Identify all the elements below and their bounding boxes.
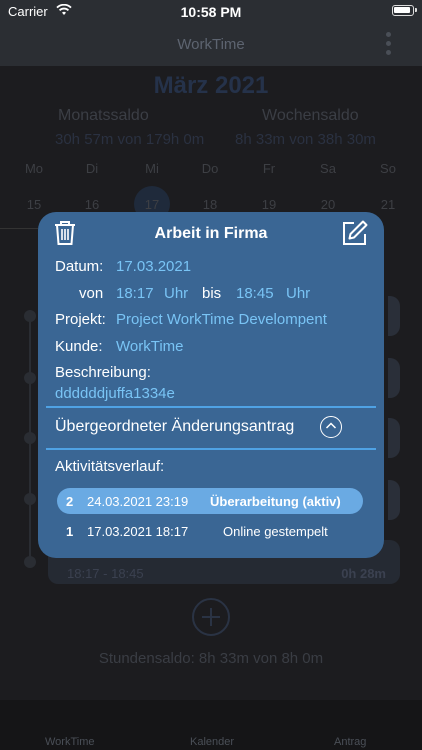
status-bar: Carrier 10:58 PM — [0, 0, 422, 24]
beschreibung-label: Beschreibung: — [55, 364, 151, 381]
stundensaldo-label: Stundensaldo: 8h 33m von 8h 0m — [98, 650, 324, 667]
bis-value: 18:45 — [236, 285, 274, 302]
kunde-label: Kunde: — [55, 338, 103, 355]
projekt-label: Projekt: — [55, 311, 106, 328]
timeline-dot — [24, 372, 36, 384]
tab-kalender[interactable]: Kalender — [190, 736, 234, 748]
beschreibung-value: ddddddjuffa1334e — [55, 385, 175, 402]
bis-label: bis — [202, 285, 222, 302]
clock: 10:58 PM — [180, 4, 242, 20]
app-title: WorkTime — [177, 36, 245, 53]
divider — [0, 228, 38, 229]
parent-request-label: Übergeordneter Änderungsantrag — [55, 418, 295, 435]
separator — [46, 406, 376, 408]
wochensaldo-label: Wochensaldo — [262, 107, 359, 124]
wochensaldo-value: 8h 33m von 38h 30m — [235, 131, 376, 148]
history-date: 24.03.2021 23:19 — [87, 494, 189, 509]
datum-value: 17.03.2021 — [116, 258, 192, 275]
day-16[interactable]: 16 — [72, 197, 112, 212]
timeline-dot — [24, 556, 36, 568]
nav-bar: WorkTime — [0, 24, 422, 66]
day-19[interactable]: 19 — [249, 197, 289, 212]
entry-duration: 0h 28m — [341, 566, 386, 581]
weekday-sa: Sa — [320, 161, 336, 176]
von-value: 18:17 — [116, 285, 154, 302]
history-status: Online gestempelt — [223, 524, 328, 539]
tab-worktime[interactable]: WorkTime — [45, 736, 95, 748]
weekday-so: So — [380, 161, 396, 176]
von-label: von — [79, 285, 104, 302]
month-title: März 2021 — [153, 72, 269, 99]
edit-icon[interactable] — [341, 219, 369, 252]
monatssaldo-label: Monatssaldo — [58, 107, 149, 124]
weekday-do: Do — [201, 161, 219, 176]
entry-card[interactable] — [388, 480, 400, 520]
add-entry-button[interactable] — [192, 598, 230, 636]
tab-antrag[interactable]: Antrag — [334, 736, 366, 748]
timeline-dot — [24, 432, 36, 444]
chevron-up-icon[interactable] — [320, 416, 342, 438]
weekday-di: Di — [85, 161, 99, 176]
uhr-label-start: Uhr — [164, 285, 189, 302]
weekday-fr: Fr — [262, 161, 276, 176]
uhr-label-end: Uhr — [286, 285, 311, 302]
entry-card[interactable] — [388, 358, 400, 398]
tab-bar: WorkTime Kalender Antrag — [0, 700, 422, 750]
day-15[interactable]: 15 — [14, 197, 54, 212]
day-17[interactable]: 17 — [132, 197, 172, 212]
timeline-dot — [24, 310, 36, 322]
day-20[interactable]: 20 — [308, 197, 348, 212]
popup-title: Arbeit in Firma — [154, 225, 268, 242]
day-21[interactable]: 21 — [368, 197, 408, 212]
more-options-icon[interactable] — [386, 32, 392, 59]
history-date: 17.03.2021 18:17 — [87, 524, 189, 539]
separator — [46, 448, 376, 450]
monatssaldo-value: 30h 57m von 179h 0m — [55, 131, 205, 148]
entry-detail-popup: Arbeit in Firma Datum: 17.03.2021 von 18… — [38, 212, 384, 558]
entry-card[interactable] — [388, 418, 400, 458]
datum-label: Datum: — [55, 258, 104, 275]
history-status: Überarbeitung (aktiv) — [210, 494, 341, 509]
history-num: 1 — [66, 524, 74, 539]
weekday-mo: Mo — [24, 161, 44, 176]
weekday-mi: Mi — [145, 161, 159, 176]
projekt-value: Project WorkTime Develompent — [116, 311, 327, 328]
day-18[interactable]: 18 — [190, 197, 230, 212]
entry-card[interactable] — [388, 296, 400, 336]
timeline-dot — [24, 493, 36, 505]
history-num: 2 — [66, 494, 74, 509]
kunde-value: WorkTime — [116, 338, 184, 355]
battery-icon — [392, 5, 417, 16]
entry-time: 18:17 - 18:45 — [67, 566, 144, 581]
aktivitaetsverlauf-label: Aktivitätsverlauf: — [55, 458, 165, 475]
